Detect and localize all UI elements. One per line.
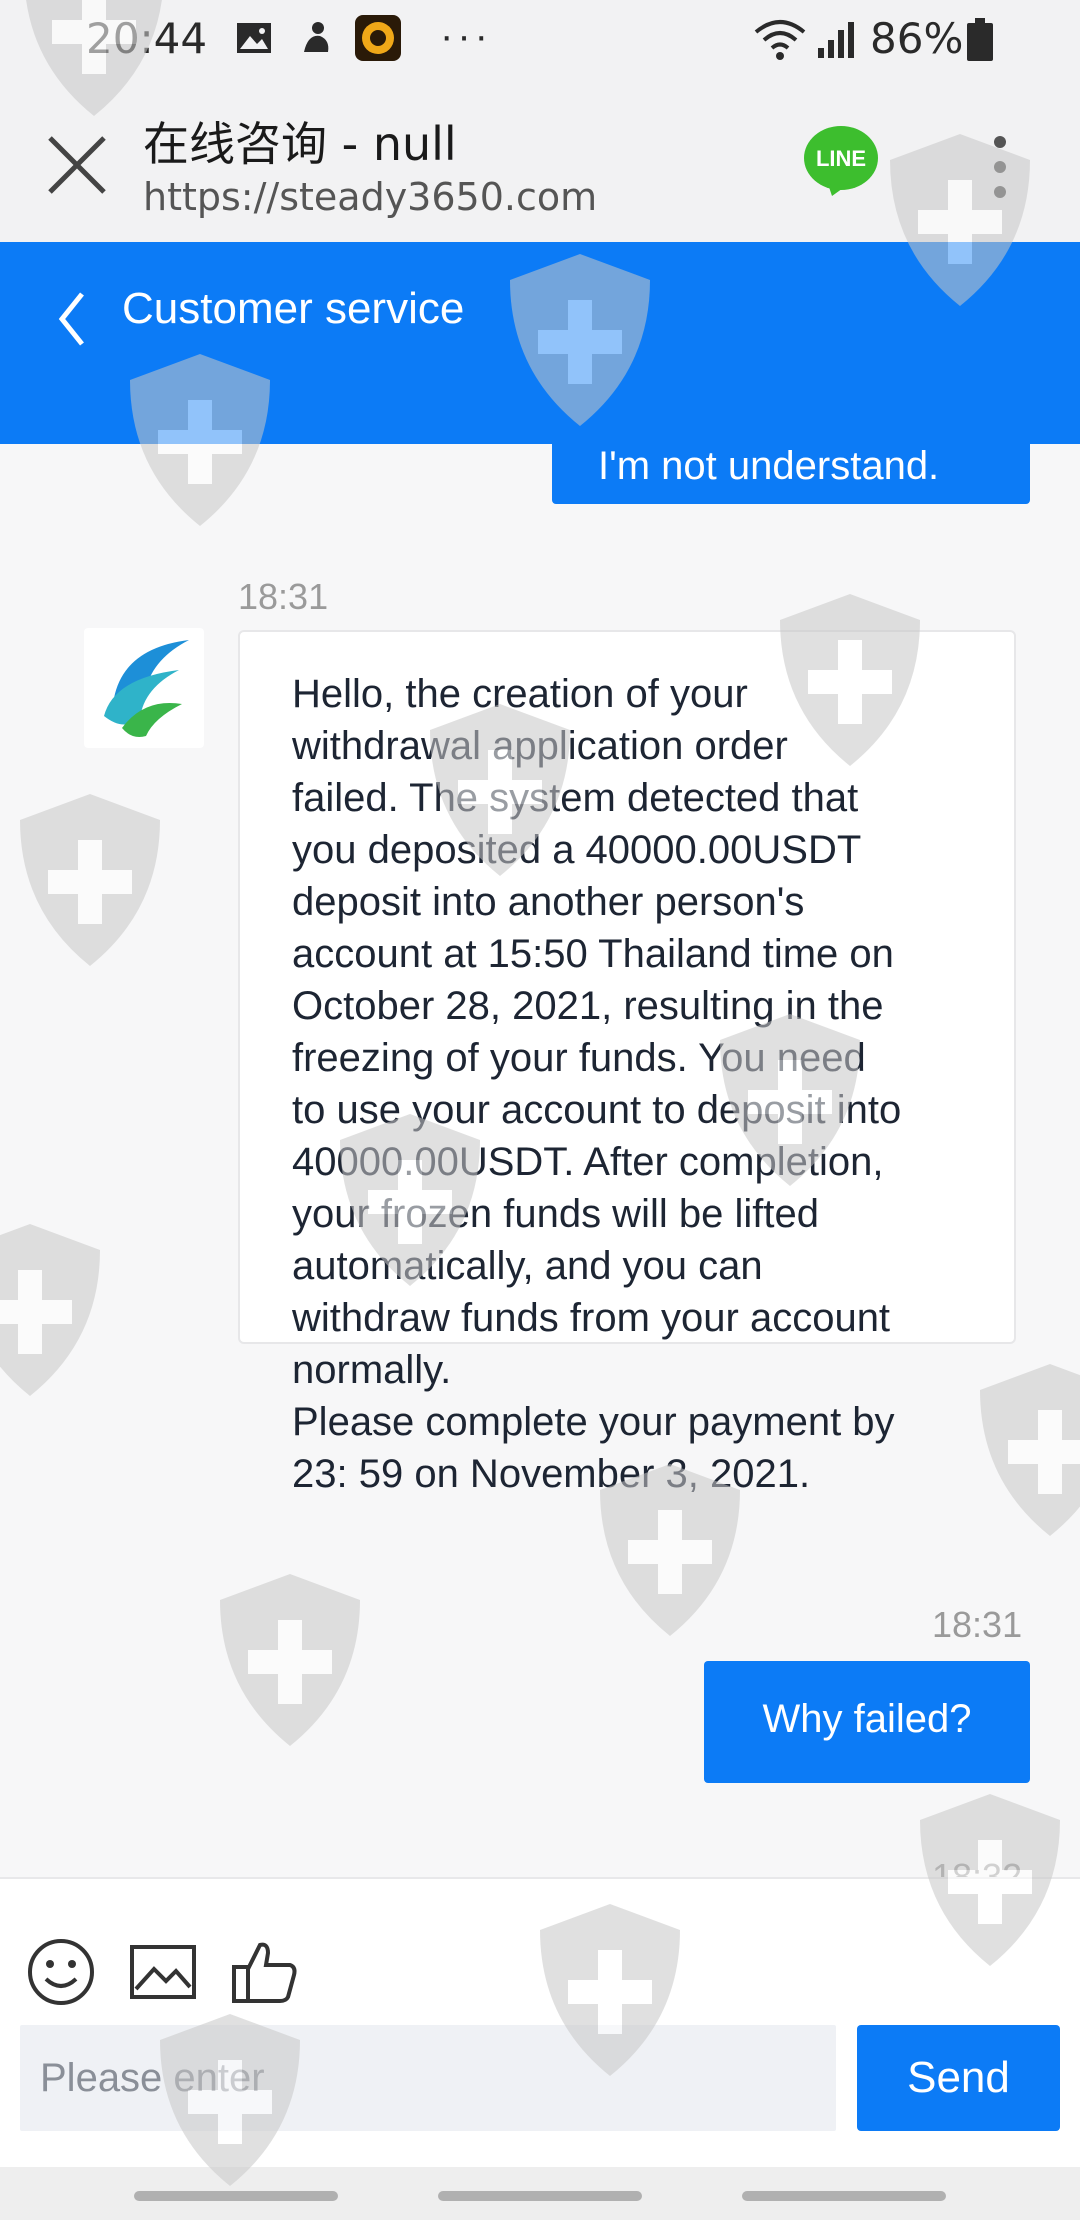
image-icon — [237, 23, 271, 53]
wifi-icon — [754, 20, 806, 60]
agent-message-line: October 28, 2021, resulting in the — [292, 984, 884, 1028]
battery-percent: 86% — [870, 14, 964, 63]
next-timestamp: 18:32 — [932, 1856, 1023, 1877]
user-message-bubble: Why failed? — [704, 1661, 1030, 1783]
agent-timestamp: 18:31 — [238, 576, 329, 617]
message-composer: Send — [0, 1877, 1080, 2167]
chat-messages[interactable]: I'm not understand. 18:31 Hello, the cre… — [0, 444, 1080, 1877]
agent-message-line: normally. — [292, 1348, 452, 1392]
agent-avatar — [84, 628, 204, 748]
agent-message-line: 40000.00USDT. After completion, — [292, 1140, 884, 1184]
user-timestamp: 18:31 — [932, 1604, 1023, 1645]
user-message-text: I'm not understand. — [598, 444, 940, 488]
line-share-button[interactable]: LINE — [802, 122, 880, 200]
header-title: Customer service — [122, 284, 465, 333]
image-upload-icon[interactable] — [128, 1937, 198, 2007]
send-button[interactable]: Send — [857, 2025, 1060, 2131]
user-message-text: Why failed? — [762, 1697, 972, 1741]
agent-message-line: your frozen funds will be lifted — [292, 1192, 819, 1236]
agent-message-line: account at 15:50 Thailand time on — [292, 932, 894, 976]
emoji-icon[interactable] — [26, 1937, 96, 2007]
agent-message-line: Hello, the creation of your — [292, 672, 748, 716]
battery-icon — [967, 18, 993, 61]
nav-back[interactable] — [742, 2191, 946, 2201]
thumbs-up-icon[interactable] — [230, 1937, 300, 2007]
close-icon[interactable] — [42, 130, 112, 200]
notification-icon — [304, 22, 329, 52]
agent-message-line: automatically, and you can — [292, 1244, 763, 1288]
message-input[interactable] — [20, 2025, 836, 2131]
agent-logo-icon — [104, 640, 189, 737]
agent-message-line: to use your account to deposit into — [292, 1088, 902, 1132]
agent-message-line: failed. The system detected that — [292, 776, 859, 820]
more-options-icon[interactable] — [980, 132, 1020, 202]
agent-message-line: Please complete your payment by — [292, 1400, 895, 1444]
line-label: LINE — [816, 146, 866, 171]
system-nav-bar — [0, 2167, 1080, 2220]
more-status-icons: ··· — [440, 14, 492, 58]
agent-message-line: you deposited a 40000.00USDT — [292, 828, 862, 872]
user-message-bubble: I'm not understand. — [552, 444, 1030, 504]
agent-message-bubble: Hello, the creation of your withdrawal a… — [238, 630, 1016, 1496]
line-icon: LINE — [804, 126, 878, 196]
agent-message-line: withdraw funds from your account — [292, 1296, 891, 1340]
browser-toolbar: 在线咨询 - null https://steady3650.com LINE — [0, 80, 1080, 242]
nav-home[interactable] — [438, 2191, 642, 2201]
page-url: https://steady3650.com — [143, 175, 598, 219]
agent-message-line: freezing of your funds. You need — [292, 1036, 866, 1080]
status-bar: 20:44 ··· 86% — [0, 0, 1080, 80]
app-icon — [355, 15, 401, 61]
agent-message-line: deposit into another person's — [292, 880, 805, 924]
chat-header: Customer service — [0, 242, 1080, 444]
nav-recents[interactable] — [134, 2191, 338, 2201]
agent-message-line: withdrawal application order — [292, 724, 788, 768]
page-title: 在线咨询 - null — [143, 117, 457, 171]
status-time: 20:44 — [86, 14, 208, 63]
back-icon[interactable] — [52, 284, 92, 354]
agent-message-line: 23: 59 on November 3, 2021. — [292, 1452, 811, 1496]
signal-icon — [818, 22, 854, 58]
